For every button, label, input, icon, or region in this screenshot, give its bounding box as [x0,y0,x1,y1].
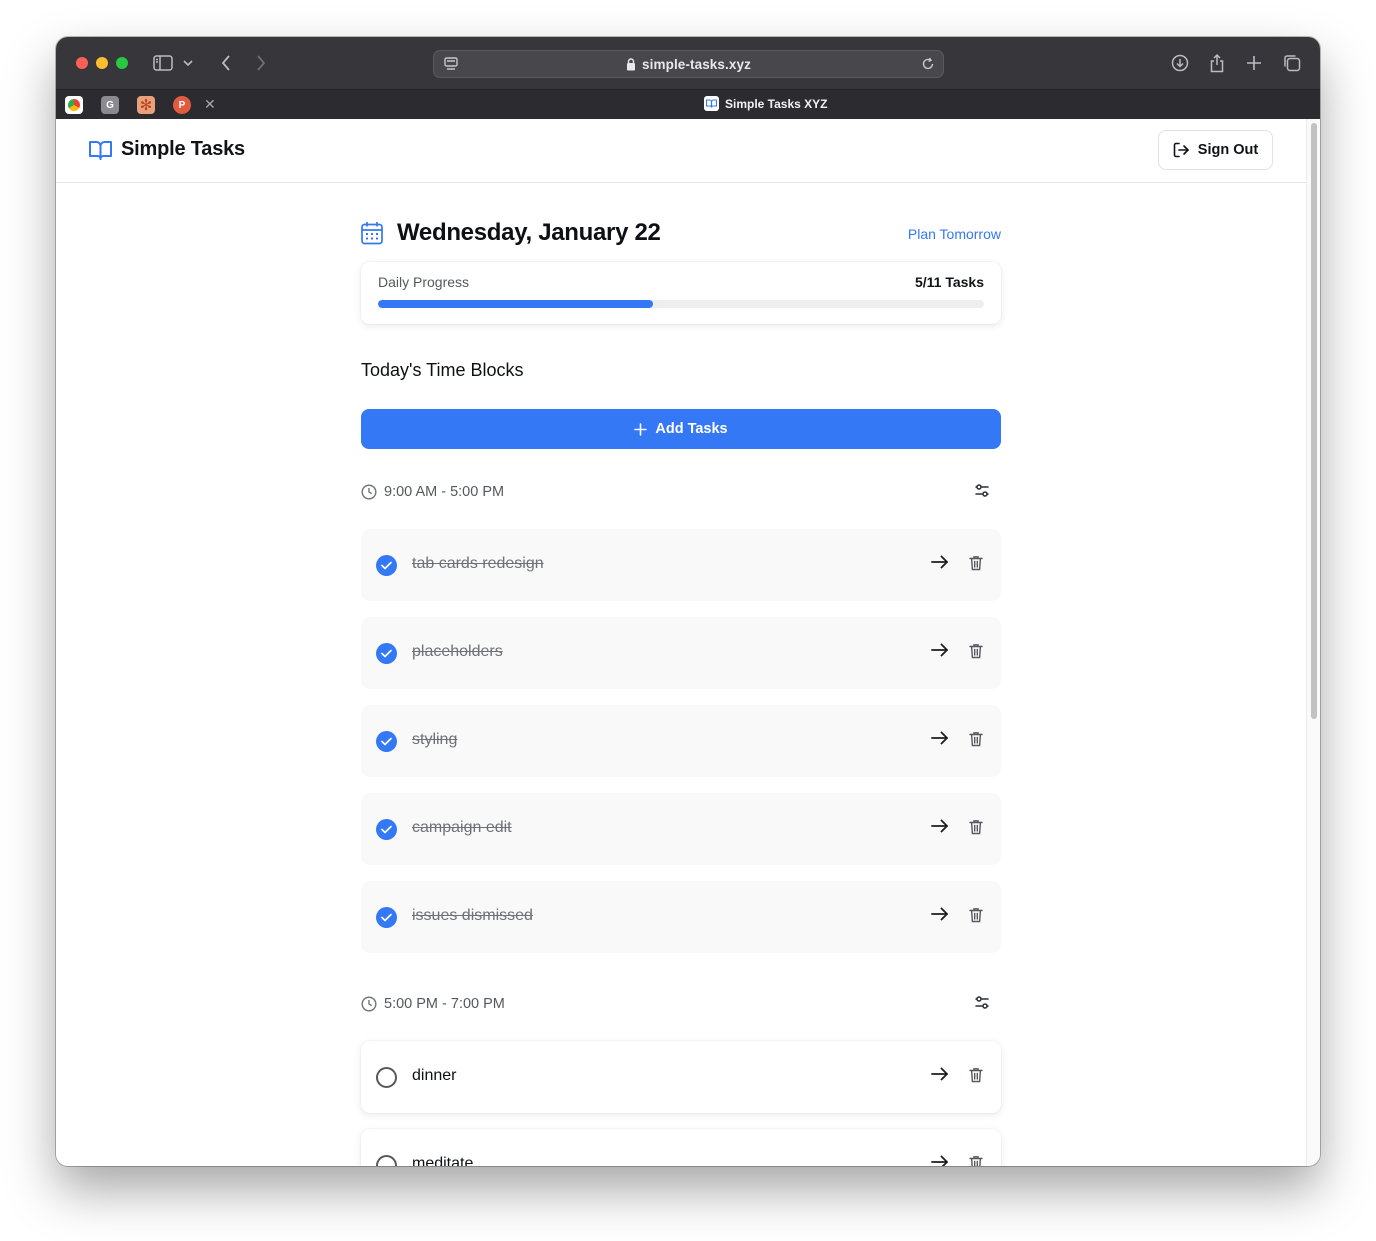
zoom-window-button[interactable] [116,57,128,69]
pinned-tab-asterisk[interactable]: ✻ [137,96,155,114]
task-item[interactable]: styling [361,705,1001,777]
trash-icon[interactable] [969,1067,983,1088]
adjust-block-icon[interactable] [975,484,989,502]
tab-overview-icon[interactable] [1282,53,1302,73]
address-bar[interactable]: simple-tasks.xyz [433,50,944,78]
move-task-arrow-icon[interactable] [931,643,949,662]
checked-circle-icon[interactable] [376,643,397,664]
unchecked-circle-icon[interactable] [376,1067,397,1088]
sidebar-toggle-icon[interactable] [153,53,173,73]
page-scrollbar[interactable] [1306,119,1320,1166]
clock-icon [361,484,377,505]
daily-progress-card: Daily Progress 5/11 Tasks [361,262,1001,324]
reload-icon[interactable] [921,57,935,76]
forward-icon[interactable] [251,53,271,73]
brand[interactable]: Simple Tasks [89,138,245,161]
chevron-down-icon[interactable] [182,53,194,73]
task-text: campaign edit [412,819,512,836]
reader-icon[interactable] [444,57,458,76]
move-task-arrow-icon[interactable] [931,907,949,926]
task-text: styling [412,731,458,748]
task-text: tab cards redesign [412,555,544,572]
page: Simple Tasks Sign Out Wednesday, January… [56,119,1306,1166]
book-icon [89,140,112,160]
app-name: Simple Tasks [121,138,245,160]
unchecked-circle-icon[interactable] [376,1155,397,1166]
task-text: issues dismissed [412,907,533,924]
back-icon[interactable] [216,53,236,73]
sign-out-label: Sign Out [1197,142,1259,158]
window-controls [76,57,128,69]
plus-icon [634,422,648,436]
pinned-tab-chrome[interactable] [65,96,83,114]
move-task-arrow-icon[interactable] [931,731,949,750]
trash-icon[interactable] [969,819,983,840]
time-block-header: 5:00 PM - 7:00 PM [361,994,1001,1014]
checked-circle-icon[interactable] [376,907,397,928]
sign-out-button[interactable]: Sign Out [1158,130,1273,170]
trash-icon[interactable] [969,643,983,664]
progress-track [378,300,984,308]
minimize-window-button[interactable] [96,57,108,69]
task-item[interactable]: meditate [361,1129,1001,1166]
move-task-arrow-icon[interactable] [931,1155,949,1166]
close-tab-icon[interactable]: ✕ [204,96,216,113]
time-block-range: 9:00 AM - 5:00 PM [384,484,505,500]
task-item[interactable]: campaign edit [361,793,1001,865]
g-letter-icon: G [106,99,114,111]
trash-icon[interactable] [969,555,983,576]
move-task-arrow-icon[interactable] [931,555,949,574]
sign-out-icon [1173,142,1190,158]
page-title: Wednesday, January 22 [397,219,661,246]
lock-icon [626,57,636,71]
book-icon [704,96,719,111]
checked-circle-icon[interactable] [376,555,397,576]
share-icon[interactable] [1207,53,1227,73]
clock-icon [361,996,377,1017]
task-item[interactable]: tab cards redesign [361,529,1001,601]
task-item[interactable]: dinner [361,1041,1001,1113]
task-text: placeholders [412,643,503,660]
progress-label: Daily Progress [378,274,470,290]
task-item[interactable]: placeholders [361,617,1001,689]
url-text: simple-tasks.xyz [642,56,751,72]
asterisk-icon: ✻ [139,96,153,114]
trash-icon[interactable] [969,731,983,752]
app-header: Simple Tasks Sign Out [56,119,1306,183]
browser-toolbar: simple-tasks.xyz [56,37,1320,89]
browser-window: simple-tasks.xyz G ✻ P ✕ Simple Tasks XY… [56,37,1320,1166]
pinned-tab-p[interactable]: P [173,96,191,114]
close-window-button[interactable] [76,57,88,69]
add-tasks-label: Add Tasks [655,421,728,437]
section-title: Today's Time Blocks [361,360,524,380]
active-tab-title: Simple Tasks XYZ [725,96,828,111]
time-block-range: 5:00 PM - 7:00 PM [384,996,505,1012]
tab-strip: G ✻ P ✕ Simple Tasks XYZ [56,89,1320,119]
active-tab[interactable]: Simple Tasks XYZ [704,96,828,111]
pinned-tab-g[interactable]: G [101,96,119,114]
move-task-arrow-icon[interactable] [931,819,949,838]
plan-tomorrow-link[interactable]: Plan Tomorrow [908,226,1001,242]
task-text: dinner [412,1067,457,1084]
move-task-arrow-icon[interactable] [931,1067,949,1086]
download-icon[interactable] [1170,53,1190,73]
task-item[interactable]: issues dismissed [361,881,1001,953]
scrollbar-thumb[interactable] [1311,123,1317,719]
trash-icon[interactable] [969,1155,983,1166]
add-tasks-button[interactable]: Add Tasks [361,409,1001,449]
time-block-header: 9:00 AM - 5:00 PM [361,482,1001,502]
trash-icon[interactable] [969,907,983,928]
progress-fill [378,300,654,308]
task-text: meditate [412,1155,474,1166]
adjust-block-icon[interactable] [975,996,989,1014]
checked-circle-icon[interactable] [376,731,397,752]
calendar-icon [361,221,383,250]
p-letter-icon: P [178,99,186,111]
date-header: Wednesday, January 22 Plan Tomorrow [361,219,1001,249]
chrome-icon [68,99,80,111]
new-tab-icon[interactable] [1244,53,1264,73]
progress-count: 5/11 Tasks [914,274,984,290]
checked-circle-icon[interactable] [376,819,397,840]
